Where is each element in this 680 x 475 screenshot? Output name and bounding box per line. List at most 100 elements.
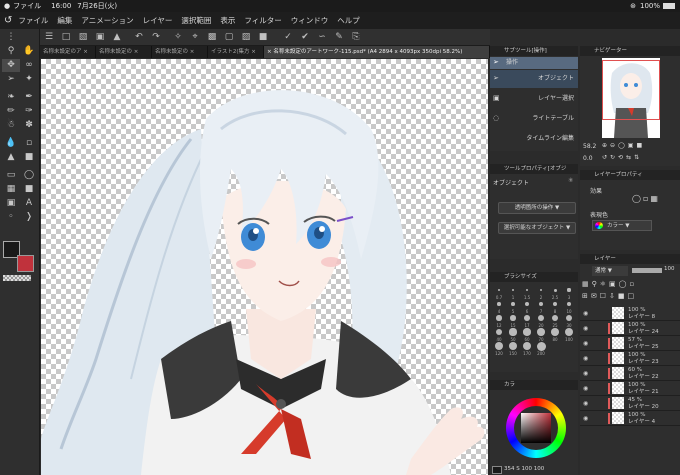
brush-size-cell[interactable]: 0.7 bbox=[492, 286, 506, 300]
eye-icon[interactable]: ◉ bbox=[583, 400, 588, 407]
zoom-buttons[interactable]: ⊕⊖◯▣■ bbox=[602, 142, 645, 149]
undo-icon[interactable]: ↶ bbox=[132, 30, 146, 44]
saturation-square[interactable] bbox=[521, 413, 551, 443]
subtool-item-object[interactable]: オブジェクト bbox=[490, 70, 578, 88]
layer-tool-row-2[interactable]: ⊞✉☐⇩■□ bbox=[582, 292, 637, 300]
menu-edit[interactable]: 編集 bbox=[57, 15, 72, 26]
sub-color-swatch[interactable] bbox=[17, 255, 34, 272]
brush-size-cell[interactable]: 5 bbox=[506, 300, 520, 314]
brush-size-cell[interactable]: 1.5 bbox=[520, 286, 534, 300]
snap-special-icon[interactable]: ✔ bbox=[298, 30, 312, 44]
brush-size-cell[interactable]: 12 bbox=[492, 314, 506, 328]
operation-tool-icon[interactable]: ➢ bbox=[2, 73, 20, 86]
tab-doc-active[interactable]: × 名称未設定のアートワーク-115.psd* (A4 2894 x 4093p… bbox=[264, 46, 490, 58]
color-preview-main[interactable] bbox=[492, 466, 502, 474]
rotate-buttons[interactable]: ↺↻⟲⇆⇅ bbox=[602, 154, 642, 161]
frame-tool-icon[interactable]: ▦ bbox=[2, 183, 20, 196]
layer-row[interactable]: ◉ 100 % レイヤー 4 bbox=[580, 411, 680, 426]
menu-animation[interactable]: アニメーション bbox=[81, 15, 133, 26]
brush-size-cell[interactable]: 70 bbox=[534, 328, 548, 342]
eye-icon[interactable]: ◉ bbox=[583, 325, 588, 332]
reference-icon[interactable]: ⎘ bbox=[349, 30, 363, 44]
blend-tool-icon[interactable]: 💧 bbox=[2, 137, 20, 150]
brush-size-cell[interactable]: 3 bbox=[562, 286, 576, 300]
brush-size-cell[interactable]: 60 bbox=[520, 328, 534, 342]
brush-size-cell[interactable]: 2 bbox=[534, 286, 548, 300]
menu-selection[interactable]: 選択範囲 bbox=[181, 15, 211, 26]
layer-tool-row-1[interactable]: ▦⚲⚛▣◯▫ bbox=[582, 280, 637, 288]
hand-tool-icon[interactable]: ✋ bbox=[20, 45, 38, 58]
snap-ruler-icon[interactable]: ✓ bbox=[281, 30, 295, 44]
clear-icon[interactable]: ■ bbox=[256, 30, 270, 44]
brush-size-cell[interactable]: 20 bbox=[534, 314, 548, 328]
menu-window[interactable]: ウィンドウ bbox=[291, 15, 329, 26]
select-all-icon[interactable]: ▩ bbox=[205, 30, 219, 44]
gradient-tool-icon[interactable]: ■ bbox=[20, 151, 38, 164]
menu-layer[interactable]: レイヤー bbox=[143, 15, 173, 26]
ellipse-tool-icon[interactable]: ◯ bbox=[20, 169, 38, 182]
layer-row[interactable]: ◉ 57 % レイヤー 25 bbox=[580, 336, 680, 351]
fill-tool-icon[interactable]: ▲ bbox=[2, 151, 20, 164]
text-tool-icon[interactable]: A bbox=[20, 197, 38, 210]
fill-icon[interactable]: ▲ bbox=[110, 30, 124, 44]
brush-size-grid[interactable]: 0.7 1 1.5 2 2.5 3 4 5 6 7 8 10 12 15 17 20 25 30 40 50 60 70 8… bbox=[492, 286, 576, 370]
snap-grid-icon[interactable]: ∽ bbox=[315, 30, 329, 44]
move-tool-icon[interactable]: ✥ bbox=[2, 59, 20, 72]
pen-pressure-icon[interactable]: ❭ bbox=[20, 211, 38, 224]
drawing-canvas[interactable] bbox=[41, 59, 488, 475]
brush-size-cell[interactable]: 25 bbox=[548, 314, 562, 328]
invert-selection-icon[interactable]: ▨ bbox=[239, 30, 253, 44]
layer-row[interactable]: ◉ 60 % レイヤー 22 bbox=[580, 366, 680, 381]
brush-size-cell[interactable]: 17 bbox=[520, 314, 534, 328]
blend-mode-select[interactable]: 通常 ▼ bbox=[592, 266, 628, 276]
tab-doc-4[interactable]: イラスト2(集方 × bbox=[208, 46, 264, 58]
tab-doc-2[interactable]: 名称未設定の × bbox=[96, 46, 152, 58]
lasso-tool-icon[interactable]: ∞ bbox=[20, 59, 38, 72]
menu-help[interactable]: ヘルプ bbox=[337, 15, 360, 26]
eye-icon[interactable]: ◉ bbox=[583, 340, 588, 347]
layer-row[interactable]: ◉ 100 % レイヤー 23 bbox=[580, 351, 680, 366]
brush-size-cell[interactable]: 150 bbox=[506, 341, 520, 356]
brush-size-cell[interactable]: 200 bbox=[534, 341, 548, 356]
new-file-icon[interactable]: □ bbox=[59, 30, 73, 44]
correct-line-icon[interactable]: ◦ bbox=[2, 211, 20, 224]
eye-icon[interactable]: ◉ bbox=[583, 370, 588, 377]
pen-tool-icon[interactable]: ✒ bbox=[20, 91, 38, 104]
brush-size-cell[interactable]: 7 bbox=[534, 300, 548, 314]
clip-logo-icon[interactable]: ↺ bbox=[4, 15, 12, 26]
effect-buttons[interactable]: ◯▫▦ bbox=[632, 194, 660, 203]
brush-size-cell[interactable]: 4 bbox=[492, 300, 506, 314]
deco-tool-icon[interactable]: ✽ bbox=[20, 119, 38, 132]
balloon-tool-icon[interactable]: ▣ bbox=[2, 197, 20, 210]
tab-doc-1[interactable]: 名称未設定のア × bbox=[40, 46, 96, 58]
brush-size-cell[interactable]: 2.5 bbox=[548, 286, 562, 300]
transparent-operation-select[interactable]: 透明箇所の操作 ▼ bbox=[498, 202, 576, 214]
figure-tool-icon[interactable]: ▭ bbox=[2, 169, 20, 182]
layer-row[interactable]: ◉ 45 % レイヤー 20 bbox=[580, 396, 680, 411]
menu-filter[interactable]: フィルター bbox=[244, 15, 281, 26]
brush-size-cell[interactable]: 50 bbox=[506, 328, 520, 342]
menu-file[interactable]: ファイル bbox=[18, 15, 48, 26]
brush-size-cell[interactable]: 15 bbox=[506, 314, 520, 328]
layer-row[interactable]: ◉ 100 % レイヤー 21 bbox=[580, 381, 680, 396]
subtool-item-operation[interactable]: 操作 bbox=[490, 57, 578, 69]
deselect-icon[interactable]: ▢ bbox=[222, 30, 236, 44]
eye-icon[interactable]: ◉ bbox=[583, 385, 588, 392]
pencil-tool-icon[interactable]: ✏ bbox=[2, 105, 20, 118]
transparent-color-swatch[interactable] bbox=[3, 275, 31, 281]
redo-icon[interactable]: ↷ bbox=[149, 30, 163, 44]
brush-size-cell[interactable]: 170 bbox=[520, 341, 534, 356]
brush-size-cell[interactable]: 6 bbox=[520, 300, 534, 314]
brush-size-cell[interactable]: 80 bbox=[548, 328, 562, 342]
eye-icon[interactable]: ◉ bbox=[583, 310, 588, 317]
edit-icon[interactable]: ✎ bbox=[332, 30, 346, 44]
zoom-tool-icon[interactable]: ⚲ bbox=[2, 45, 20, 58]
ruler-tool-icon[interactable]: ■ bbox=[20, 183, 38, 196]
selectable-object-select[interactable]: 選択可能なオブジェクト ▼ bbox=[498, 222, 576, 234]
eye-icon[interactable]: ◉ bbox=[583, 355, 588, 362]
brush-size-cell[interactable]: 100 bbox=[562, 327, 576, 342]
brush-size-cell[interactable]: 120 bbox=[492, 341, 506, 356]
layer-row[interactable]: ◉ 100 % レイヤー 24 bbox=[580, 321, 680, 336]
open-icon[interactable]: ▧ bbox=[76, 30, 90, 44]
brush-tool-icon[interactable]: ✑ bbox=[20, 105, 38, 118]
